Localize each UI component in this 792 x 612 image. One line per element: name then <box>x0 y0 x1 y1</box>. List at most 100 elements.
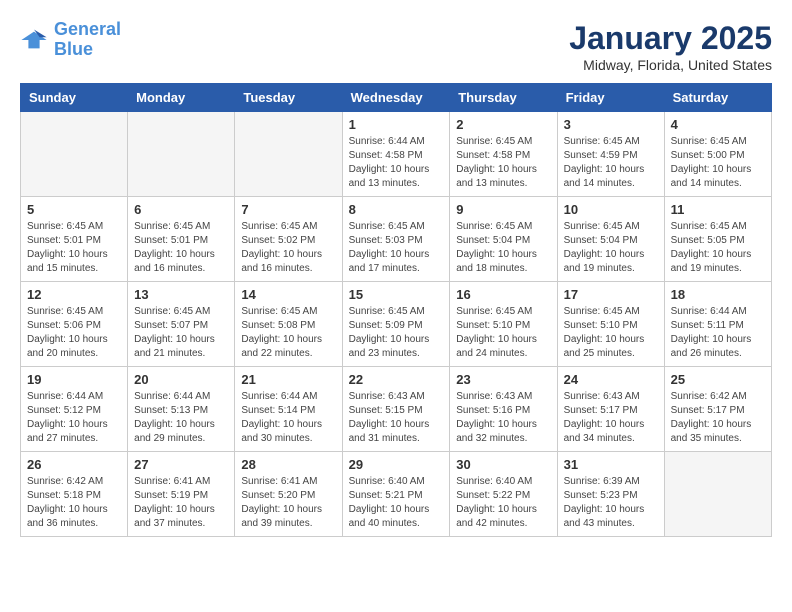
weekday-header: Saturday <box>664 84 771 112</box>
calendar-cell: 21Sunrise: 6:44 AM Sunset: 5:14 PM Dayli… <box>235 367 342 452</box>
week-row: 12Sunrise: 6:45 AM Sunset: 5:06 PM Dayli… <box>21 282 772 367</box>
day-info: Sunrise: 6:45 AM Sunset: 5:02 PM Dayligh… <box>241 220 335 276</box>
day-info: Sunrise: 6:43 AM Sunset: 5:16 PM Dayligh… <box>456 390 550 446</box>
calendar-cell: 30 Sunrise: 6:40 AM Sunset: 5:22 PM Dayli… <box>450 452 557 537</box>
calendar-title: January 2025 <box>569 20 772 57</box>
day-info: Sunrise: 6:42 AM Sunset: 5:18 PM Dayligh… <box>27 475 121 531</box>
day-number: 3 <box>564 117 658 132</box>
day-info: Sunrise: 6:44 AM Sunset: 5:12 PM Dayligh… <box>27 390 121 446</box>
calendar-cell: 25 Sunrise: 6:42 AM Sunset: 5:17 PM Dayli… <box>664 367 771 452</box>
logo-line1: General <box>54 19 121 39</box>
week-row: 5 Sunrise: 6:45 AM Sunset: 5:01 PM Daylig… <box>21 197 772 282</box>
logo-text: General Blue <box>54 20 121 60</box>
day-number: 31 <box>564 457 658 472</box>
day-info: Sunrise: 6:44 AM Sunset: 4:58 PM Dayligh… <box>349 135 444 191</box>
week-row: 19 Sunrise: 6:44 AM Sunset: 5:12 PM Dayli… <box>21 367 772 452</box>
day-number: 5 <box>27 202 121 217</box>
day-number: 6 <box>134 202 228 217</box>
day-number: 15 <box>349 287 444 302</box>
day-number: 29 <box>349 457 444 472</box>
week-row: 26Sunrise: 6:42 AM Sunset: 5:18 PM Dayli… <box>21 452 772 537</box>
calendar-cell: 27Sunrise: 6:41 AM Sunset: 5:19 PM Dayli… <box>128 452 235 537</box>
page-header: General Blue January 2025 Midway, Florid… <box>20 20 772 73</box>
calendar-cell: 17 Sunrise: 6:45 AM Sunset: 5:10 PM Dayli… <box>557 282 664 367</box>
weekday-header: Sunday <box>21 84 128 112</box>
calendar-cell: 16Sunrise: 6:45 AM Sunset: 5:10 PM Dayli… <box>450 282 557 367</box>
day-number: 30 <box>456 457 550 472</box>
day-number: 8 <box>349 202 444 217</box>
calendar-cell: 13Sunrise: 6:45 AM Sunset: 5:07 PM Dayli… <box>128 282 235 367</box>
calendar-cell: 15 Sunrise: 6:45 AM Sunset: 5:09 PM Dayli… <box>342 282 450 367</box>
calendar-cell: 10 Sunrise: 6:45 AM Sunset: 5:04 PM Dayli… <box>557 197 664 282</box>
day-info: Sunrise: 6:44 AM Sunset: 5:11 PM Dayligh… <box>671 305 765 361</box>
calendar-cell: 1 Sunrise: 6:44 AM Sunset: 4:58 PM Daylig… <box>342 112 450 197</box>
day-info: Sunrise: 6:45 AM Sunset: 5:03 PM Dayligh… <box>349 220 444 276</box>
day-number: 27 <box>134 457 228 472</box>
calendar-cell <box>235 112 342 197</box>
calendar-cell: 3 Sunrise: 6:45 AM Sunset: 4:59 PM Daylig… <box>557 112 664 197</box>
week-row: 1 Sunrise: 6:44 AM Sunset: 4:58 PM Daylig… <box>21 112 772 197</box>
calendar-cell: 18Sunrise: 6:44 AM Sunset: 5:11 PM Dayli… <box>664 282 771 367</box>
day-number: 24 <box>564 372 658 387</box>
day-info: Sunrise: 6:45 AM Sunset: 5:04 PM Dayligh… <box>456 220 550 276</box>
day-info: Sunrise: 6:45 AM Sunset: 4:59 PM Dayligh… <box>564 135 658 191</box>
day-number: 19 <box>27 372 121 387</box>
day-info: Sunrise: 6:45 AM Sunset: 5:01 PM Dayligh… <box>27 220 121 276</box>
calendar-cell: 29 Sunrise: 6:40 AM Sunset: 5:21 PM Dayli… <box>342 452 450 537</box>
day-number: 25 <box>671 372 765 387</box>
calendar-cell: 11 Sunrise: 6:45 AM Sunset: 5:05 PM Dayli… <box>664 197 771 282</box>
day-info: Sunrise: 6:45 AM Sunset: 5:05 PM Dayligh… <box>671 220 765 276</box>
day-info: Sunrise: 6:45 AM Sunset: 5:04 PM Dayligh… <box>564 220 658 276</box>
day-info: Sunrise: 6:45 AM Sunset: 5:08 PM Dayligh… <box>241 305 335 361</box>
calendar-cell <box>21 112 128 197</box>
day-number: 1 <box>349 117 444 132</box>
calendar-cell: 23 Sunrise: 6:43 AM Sunset: 5:16 PM Dayli… <box>450 367 557 452</box>
logo-icon <box>20 26 48 54</box>
calendar-cell: 19 Sunrise: 6:44 AM Sunset: 5:12 PM Dayli… <box>21 367 128 452</box>
day-number: 23 <box>456 372 550 387</box>
day-number: 16 <box>456 287 550 302</box>
day-number: 11 <box>671 202 765 217</box>
day-number: 9 <box>456 202 550 217</box>
day-info: Sunrise: 6:42 AM Sunset: 5:17 PM Dayligh… <box>671 390 765 446</box>
calendar-cell: 28 Sunrise: 6:41 AM Sunset: 5:20 PM Dayli… <box>235 452 342 537</box>
calendar-cell: 31 Sunrise: 6:39 AM Sunset: 5:23 PM Dayli… <box>557 452 664 537</box>
day-info: Sunrise: 6:39 AM Sunset: 5:23 PM Dayligh… <box>564 475 658 531</box>
day-number: 20 <box>134 372 228 387</box>
day-number: 10 <box>564 202 658 217</box>
day-info: Sunrise: 6:40 AM Sunset: 5:21 PM Dayligh… <box>349 475 444 531</box>
calendar-cell <box>664 452 771 537</box>
day-info: Sunrise: 6:45 AM Sunset: 5:09 PM Dayligh… <box>349 305 444 361</box>
day-number: 12 <box>27 287 121 302</box>
title-area: January 2025 Midway, Florida, United Sta… <box>569 20 772 73</box>
day-info: Sunrise: 6:41 AM Sunset: 5:20 PM Dayligh… <box>241 475 335 531</box>
calendar-cell: 20 Sunrise: 6:44 AM Sunset: 5:13 PM Dayli… <box>128 367 235 452</box>
day-number: 14 <box>241 287 335 302</box>
logo-line2: Blue <box>54 39 93 59</box>
day-info: Sunrise: 6:45 AM Sunset: 5:07 PM Dayligh… <box>134 305 228 361</box>
weekday-header: Monday <box>128 84 235 112</box>
day-number: 17 <box>564 287 658 302</box>
day-info: Sunrise: 6:44 AM Sunset: 5:13 PM Dayligh… <box>134 390 228 446</box>
calendar-cell: 22Sunrise: 6:43 AM Sunset: 5:15 PM Dayli… <box>342 367 450 452</box>
day-number: 2 <box>456 117 550 132</box>
calendar-cell: 24Sunrise: 6:43 AM Sunset: 5:17 PM Dayli… <box>557 367 664 452</box>
calendar-cell: 14 Sunrise: 6:45 AM Sunset: 5:08 PM Dayli… <box>235 282 342 367</box>
day-info: Sunrise: 6:40 AM Sunset: 5:22 PM Dayligh… <box>456 475 550 531</box>
weekday-header: Thursday <box>450 84 557 112</box>
calendar-cell: 8 Sunrise: 6:45 AM Sunset: 5:03 PM Daylig… <box>342 197 450 282</box>
calendar-table: SundayMondayTuesdayWednesdayThursdayFrid… <box>20 83 772 537</box>
day-info: Sunrise: 6:44 AM Sunset: 5:14 PM Dayligh… <box>241 390 335 446</box>
day-number: 4 <box>671 117 765 132</box>
day-info: Sunrise: 6:45 AM Sunset: 5:01 PM Dayligh… <box>134 220 228 276</box>
day-number: 22 <box>349 372 444 387</box>
calendar-cell: 4 Sunrise: 6:45 AM Sunset: 5:00 PM Daylig… <box>664 112 771 197</box>
logo: General Blue <box>20 20 121 60</box>
calendar-cell: 9 Sunrise: 6:45 AM Sunset: 5:04 PM Daylig… <box>450 197 557 282</box>
day-info: Sunrise: 6:45 AM Sunset: 5:10 PM Dayligh… <box>564 305 658 361</box>
weekday-header: Wednesday <box>342 84 450 112</box>
calendar-cell: 5 Sunrise: 6:45 AM Sunset: 5:01 PM Daylig… <box>21 197 128 282</box>
calendar-subtitle: Midway, Florida, United States <box>569 57 772 73</box>
day-number: 28 <box>241 457 335 472</box>
day-info: Sunrise: 6:45 AM Sunset: 5:00 PM Dayligh… <box>671 135 765 191</box>
